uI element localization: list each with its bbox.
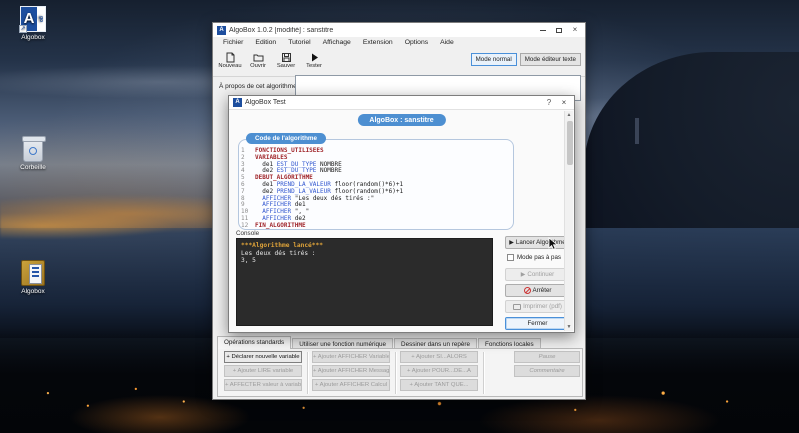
operations-panel: + Déclarer nouvelle variable + Ajouter LI… xyxy=(217,348,583,397)
action-button[interactable]: + Déclarer nouvelle variable xyxy=(224,351,302,363)
scrollbar-thumb[interactable] xyxy=(566,121,573,165)
panel-separator xyxy=(307,352,308,394)
desktop-icon-label: Corbeille xyxy=(20,164,46,171)
panel-separator xyxy=(395,352,396,394)
desktop-icon-algobox-file[interactable]: Algobox xyxy=(2,260,64,295)
window-title: AlgoBox 1.0.2 [modifié] : sanstitre xyxy=(229,26,334,34)
play-icon: ▶ xyxy=(520,271,526,278)
action-button[interactable]: + Ajouter AFFICHER Message xyxy=(312,365,390,377)
recycle-bin-icon xyxy=(22,136,46,162)
step-mode-checkbox[interactable] xyxy=(507,254,514,261)
display-buttons-column: + Ajouter AFFICHER Variable + Ajouter AFF… xyxy=(312,351,390,393)
variable-buttons-column: + Déclarer nouvelle variable + Ajouter LI… xyxy=(224,351,302,393)
toolbar: Nouveau Ouvrir Sauver Tester Mode normal… xyxy=(213,49,585,77)
close-button[interactable]: × xyxy=(567,24,583,36)
console-line: ***Algorithme lancé*** xyxy=(241,242,323,249)
printer-icon xyxy=(513,303,522,310)
dialog-title: AlgoBox Test xyxy=(245,99,286,106)
action-button[interactable]: + Ajouter POUR...DE...A xyxy=(400,365,478,377)
desktop-icon-label: Algobox xyxy=(21,288,45,295)
menu-item[interactable]: Fichier xyxy=(217,37,249,49)
help-button[interactable]: ? xyxy=(542,97,556,109)
main-title-bar[interactable]: A AlgoBox 1.0.2 [modifié] : sanstitre × xyxy=(213,23,585,37)
panel-separator xyxy=(483,352,484,394)
algobox-test-dialog: A AlgoBox Test ? × AlgoBox : sanstitre C… xyxy=(228,95,575,333)
operation-tab[interactable]: Opérations standards xyxy=(217,336,292,349)
algorithm-name-badge: AlgoBox : sanstitre xyxy=(357,114,446,126)
menu-item[interactable]: Edition xyxy=(249,37,282,49)
desktop-icon-label: Algobox xyxy=(21,34,45,41)
new-document-icon xyxy=(226,52,234,63)
mode-text-editor-button[interactable]: Mode éditeur texte xyxy=(519,53,581,66)
close-dialog-button[interactable]: Fermer xyxy=(505,317,570,330)
action-button[interactable]: + Ajouter SI...ALORS xyxy=(400,351,478,363)
dialog-scrollbar[interactable]: ▲ ▼ xyxy=(564,111,573,331)
play-icon xyxy=(311,53,318,62)
new-button[interactable]: Nouveau xyxy=(217,51,243,69)
code-section-header: Code de l'algorithme xyxy=(246,133,327,144)
stop-button[interactable]: Arrêter xyxy=(505,284,570,297)
dialog-title-bar[interactable]: A AlgoBox Test ? × xyxy=(229,96,574,110)
algobox-book-icon xyxy=(21,260,45,286)
maximize-button[interactable] xyxy=(551,24,567,36)
line-number: 12 xyxy=(241,221,249,229)
side-buttons-column: Pause Commentaire xyxy=(514,351,580,379)
monument-silhouette xyxy=(635,118,639,144)
menu-item[interactable]: Options xyxy=(399,37,434,49)
minimize-button[interactable] xyxy=(535,24,551,36)
save-button[interactable]: Sauver xyxy=(273,51,299,69)
action-button[interactable]: + Ajouter AFFICHER Variable xyxy=(312,351,390,363)
continue-button[interactable]: ▶ Continuer xyxy=(505,268,570,281)
menu-item[interactable]: Affichage xyxy=(317,37,357,49)
action-button[interactable]: + AFFECTER valeur à variable xyxy=(224,379,302,391)
menu-item[interactable]: Aide xyxy=(434,37,460,49)
algobox-app-icon: A xyxy=(217,25,226,35)
console-line: 3, 5 xyxy=(241,257,256,265)
action-button[interactable]: Commentaire xyxy=(514,365,580,377)
print-pdf-button[interactable]: Imprimer (pdf) xyxy=(505,300,570,313)
save-floppy-icon xyxy=(281,53,291,62)
action-button[interactable]: + Ajouter AFFICHER Calcul xyxy=(312,379,390,391)
mode-normal-button[interactable]: Mode normal xyxy=(470,53,517,66)
console-output: ***Algorithme lancé*** Les deux dés tirés… xyxy=(236,238,493,326)
console-line: Les deux dés tirés : xyxy=(241,249,316,257)
step-mode-label: Mode pas à pas xyxy=(517,254,562,261)
open-button[interactable]: Ouvrir xyxy=(245,51,271,69)
desktop-icon-recycle-bin[interactable]: Corbeille xyxy=(2,136,64,171)
control-buttons-column: + Ajouter SI...ALORS + Ajouter POUR...DE.… xyxy=(400,351,478,393)
scroll-up-icon[interactable]: ▲ xyxy=(565,111,573,119)
scroll-down-icon[interactable]: ▼ xyxy=(565,323,573,331)
code-line: 12 FIN_ALGORITHME xyxy=(241,221,306,229)
algorithm-code: 1 FONCTIONS_UTILISEES 2 VARIABLES 3 de1 … xyxy=(241,147,511,230)
menu-item[interactable]: Tutoriel xyxy=(282,37,316,49)
menu-bar: Fichier Edition Tutoriel Affichage Extension… xyxy=(213,37,585,49)
stop-icon xyxy=(523,287,531,294)
about-algorithm-label: À propos de cet algorithme: xyxy=(219,83,299,90)
menu-item[interactable]: Extension xyxy=(357,37,399,49)
action-button[interactable]: + Ajouter LIRE variable xyxy=(224,365,302,377)
mouse-cursor-icon xyxy=(548,237,559,250)
action-button[interactable]: Pause xyxy=(514,351,580,363)
algobox-logo-icon: A go ↗ xyxy=(19,6,46,33)
run-algorithm-button[interactable]: ▶ Lancer Algorithme xyxy=(505,236,570,249)
open-folder-icon xyxy=(253,54,263,62)
shortcut-arrow-icon: ↗ xyxy=(19,25,27,33)
test-button[interactable]: Tester xyxy=(301,51,327,69)
action-button[interactable]: + Ajouter TANT QUE... xyxy=(400,379,478,391)
console-label: Console xyxy=(236,230,260,237)
desktop-icon-algobox-shortcut[interactable]: A go ↗ Algobox xyxy=(2,6,64,41)
dialog-close-button[interactable]: × xyxy=(556,97,572,109)
algobox-app-icon: A xyxy=(233,98,242,107)
play-icon: ▶ xyxy=(509,239,514,246)
